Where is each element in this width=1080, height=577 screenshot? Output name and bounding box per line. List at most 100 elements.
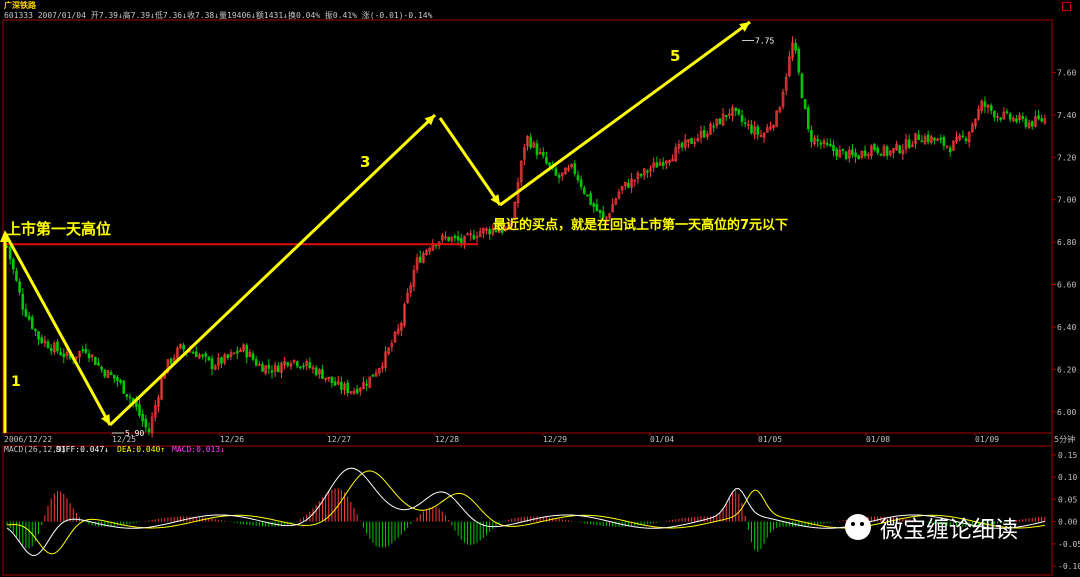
candle-body (718, 118, 722, 125)
y-tick-label: 6.00 (1057, 408, 1076, 417)
candle-body (989, 105, 993, 111)
candle-body (803, 99, 807, 109)
macd-hist-legend: MACD:0.013↓ (172, 445, 225, 454)
candle-body (724, 115, 728, 117)
candle-body (545, 156, 548, 164)
wave-arrow-2 (108, 113, 437, 427)
y-tick-label: 6.40 (1057, 323, 1076, 332)
y-tick-label: 7.20 (1057, 153, 1076, 162)
candle-body (554, 168, 558, 176)
macd-y-tick-label: 0.10 (1058, 473, 1077, 482)
candle-body (586, 194, 589, 197)
candle-body (794, 43, 797, 51)
candle-body (1008, 113, 1012, 120)
candle-body (661, 162, 665, 166)
candle-body (119, 380, 122, 383)
candle-body (939, 138, 943, 140)
candle-body (201, 354, 204, 357)
candle-body (592, 203, 596, 207)
candle-body (295, 361, 299, 367)
candle-body (94, 356, 97, 366)
extreme-mark-label: 5.90 (125, 429, 144, 438)
candle-body (1024, 118, 1028, 127)
candle-body (863, 150, 867, 157)
y-tick-label: 6.20 (1057, 365, 1076, 374)
candle-body (24, 309, 28, 317)
macd-dea-legend: DEA:0.040↑ (117, 445, 165, 454)
x-tick-label: 12/27 (327, 435, 351, 444)
candle-body (1015, 118, 1018, 122)
candle-body (712, 125, 715, 128)
candle-body (62, 353, 66, 358)
candle-body (270, 370, 274, 373)
candle-body (557, 175, 561, 178)
candle-body (797, 48, 801, 73)
candle-body (12, 258, 15, 270)
candle-body (453, 235, 457, 238)
candle-body (535, 143, 539, 156)
candle-body (488, 229, 491, 235)
candle-body (46, 341, 50, 349)
candle-body (40, 337, 44, 343)
candle-body (851, 149, 854, 155)
x-tick-label: 12/28 (435, 435, 459, 444)
candle-body (27, 315, 31, 320)
candle-body (330, 376, 334, 383)
candle-body (541, 151, 545, 156)
candle-body (220, 357, 223, 364)
macd-panel-frame (2, 445, 1053, 576)
candle-body (627, 182, 630, 188)
macd-y-tick-label: -0.10 (1058, 562, 1080, 571)
wave-arrow-4 (499, 20, 751, 207)
candle-body (601, 211, 605, 218)
candle-body (876, 147, 879, 153)
candle-body (122, 380, 126, 394)
candle-body (81, 349, 85, 352)
candle-body (743, 122, 747, 124)
candle-body (933, 137, 936, 141)
candle-body (109, 372, 113, 375)
candle-body (756, 126, 760, 135)
candle-body (49, 347, 53, 352)
candle-body (898, 145, 902, 154)
candle-body (999, 117, 1002, 120)
candle-body (920, 140, 924, 143)
candle-body (835, 149, 838, 157)
candle-body (702, 130, 706, 138)
watermark-text: 微宝缠论细读 (880, 517, 1018, 543)
candle-body (582, 187, 586, 194)
candle-body (210, 358, 214, 370)
candle-body (844, 151, 848, 159)
candle-body (34, 328, 37, 332)
candle-body (825, 142, 829, 145)
candle-body (841, 148, 845, 151)
candle-body (459, 238, 463, 244)
candle-body (1040, 118, 1043, 122)
candle-body (112, 374, 116, 379)
candle-body (286, 362, 290, 366)
buy-point-note: 最近的买点，就是在回试上市第一天高位的7元以下 (493, 217, 788, 233)
candle-body (1037, 115, 1040, 120)
x-tick-label: 01/08 (866, 435, 890, 444)
candle-body (147, 428, 151, 433)
candle-body (447, 236, 450, 242)
candle-body (595, 204, 599, 212)
candle-body (854, 152, 857, 157)
y-tick-label: 6.60 (1057, 281, 1076, 290)
candle-body (1005, 111, 1009, 113)
candle-body (207, 356, 211, 361)
wave-number-3: 3 (360, 153, 370, 171)
candle-body (144, 418, 148, 428)
candle-body (314, 367, 318, 376)
candle-body (964, 138, 968, 142)
candle-body (15, 270, 18, 281)
candle-body (340, 381, 343, 390)
candle-body (30, 317, 34, 329)
candle-body (333, 381, 337, 386)
candle-body (548, 162, 551, 167)
candle-body (182, 344, 185, 350)
candle-body (655, 162, 659, 168)
candle-body (245, 345, 249, 358)
candle-body (800, 73, 804, 99)
x-tick-label: 01/05 (758, 435, 782, 444)
